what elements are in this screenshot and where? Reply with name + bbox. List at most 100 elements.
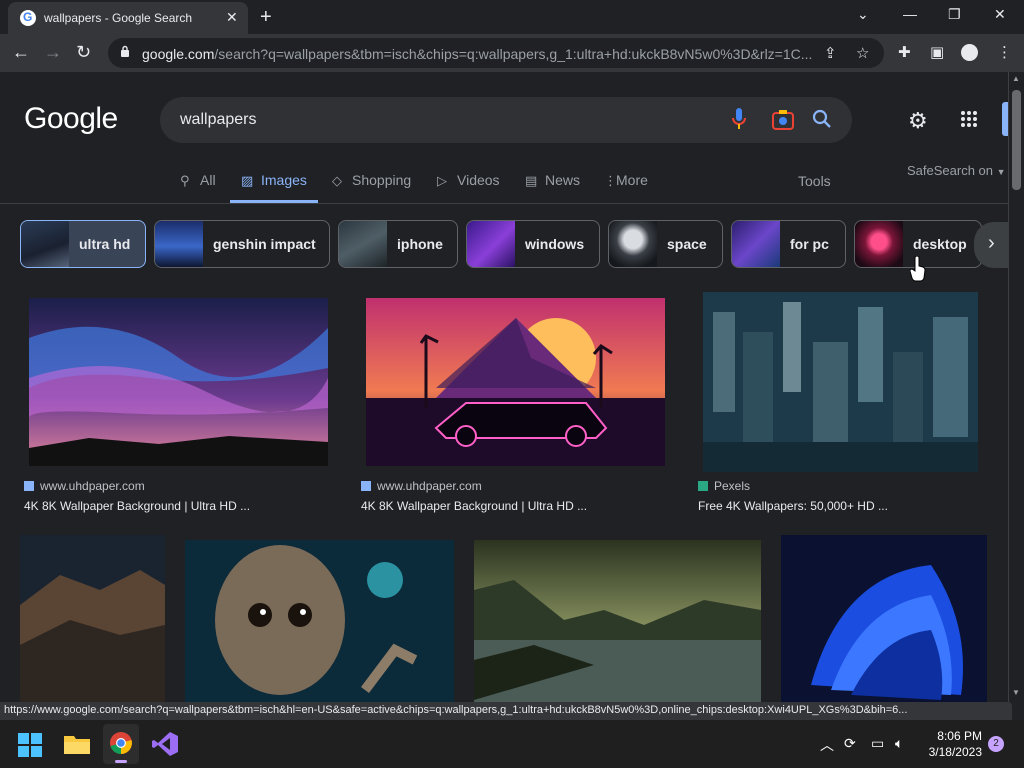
result-image[interactable] [781, 535, 987, 702]
result-image[interactable] [366, 298, 665, 466]
extensions-puzzle-icon[interactable]: ✚ [898, 43, 911, 61]
lock-icon[interactable] [120, 45, 130, 57]
tab-title: wallpapers - Google Search [44, 11, 193, 25]
search-box[interactable]: wallpapers [160, 97, 852, 143]
volume-icon[interactable]: 🔈︎ [895, 735, 903, 752]
news-icon: ▤ [525, 173, 538, 188]
profile-avatar-icon[interactable] [961, 44, 978, 61]
lake-landscape-image [474, 540, 761, 702]
result-source[interactable]: www.uhdpaper.com [24, 479, 145, 493]
tab-close-icon[interactable]: ✕ [226, 9, 238, 26]
share-icon[interactable]: ⇪ [824, 44, 837, 62]
result-title[interactable]: Free 4K Wallpapers: 50,000+ HD ... [698, 499, 888, 513]
search-icon: ⚲ [180, 173, 190, 188]
chip-thumbnail [855, 221, 903, 267]
browser-tab[interactable]: G wallpapers - Google Search ✕ [8, 2, 248, 34]
scroll-down-arrow-icon[interactable]: ▼ [1012, 688, 1020, 697]
tab-search-chevron-icon[interactable]: ⌄ [857, 6, 869, 23]
safesearch-dropdown[interactable]: SafeSearch on ▼ [907, 163, 1006, 178]
chips-next-button[interactable]: › [974, 222, 1008, 268]
chrome-icon [110, 732, 132, 754]
browser-titlebar: G wallpapers - Google Search ✕ + ⌄ — ❐ ✕ [0, 0, 1024, 34]
url-text[interactable]: google.com/search?q=wallpapers&tbm=isch&… [142, 46, 822, 62]
chip-label: space [667, 236, 707, 252]
forward-arrow-icon[interactable]: → [44, 42, 62, 63]
google-logo[interactable]: Google [24, 102, 118, 136]
google-lens-icon[interactable] [772, 110, 794, 130]
bookmark-star-icon[interactable]: ☆ [856, 44, 869, 62]
result-image[interactable] [29, 298, 328, 466]
clock-time: 8:06 PM [937, 729, 982, 743]
scroll-up-arrow-icon[interactable]: ▲ [1012, 74, 1020, 83]
tab-news[interactable]: ▤ News [525, 172, 580, 189]
groot-image [185, 540, 454, 702]
chip-ultra-hd[interactable]: ultra hd [20, 220, 146, 268]
result-title[interactable]: 4K 8K Wallpaper Background | Ultra HD ..… [361, 499, 587, 513]
result-source[interactable]: Pexels [698, 479, 750, 493]
chip-thumbnail [732, 221, 780, 267]
chip-windows[interactable]: windows [466, 220, 600, 268]
search-input[interactable]: wallpapers [180, 111, 256, 129]
browser-toolbar: ← → ↻ google.com/search?q=wallpapers&tbm… [0, 34, 1024, 72]
windows-start-icon[interactable] [18, 733, 42, 757]
chrome-taskbar-button[interactable] [103, 724, 139, 764]
chip-for-pc[interactable]: for pc [731, 220, 846, 268]
result-image[interactable] [703, 292, 978, 472]
result-image[interactable] [185, 540, 454, 702]
chip-thumbnail [467, 221, 515, 267]
chip-thumbnail [21, 221, 69, 267]
google-favicon-icon: G [20, 10, 36, 26]
system-clock[interactable]: 8:06 PM 3/18/2023 [922, 728, 982, 760]
result-title[interactable]: 4K 8K Wallpaper Background | Ultra HD ..… [24, 499, 250, 513]
tab-all[interactable]: ⚲ All [180, 172, 216, 189]
scrollbar-thumb[interactable] [1012, 90, 1021, 190]
menu-kebab-icon[interactable]: ⋮ [997, 43, 1012, 61]
network-icon[interactable]: ▭ [871, 735, 884, 752]
synthwave-car-image [366, 298, 665, 466]
result-source[interactable]: www.uhdpaper.com [361, 479, 482, 493]
new-tab-icon[interactable]: + [260, 6, 272, 29]
result-image[interactable] [20, 535, 165, 702]
status-url: https://www.google.com/search?q=wallpape… [4, 704, 908, 716]
search-icon[interactable] [812, 109, 832, 129]
chip-genshin-impact[interactable]: genshin impact [154, 220, 330, 268]
side-panel-icon[interactable]: ▣ [930, 43, 944, 61]
tab-shopping[interactable]: ◇ Shopping [332, 172, 411, 189]
reload-icon[interactable]: ↻ [76, 42, 91, 63]
notification-badge[interactable]: 2 [988, 736, 1004, 752]
tab-videos[interactable]: ▷ Videos [437, 172, 500, 189]
chip-thumbnail [339, 221, 387, 267]
tab-images[interactable]: ▨ Images [241, 172, 307, 189]
search-type-tabs: ⚲ All ▨ Images ◇ Shopping ▷ Videos ▤ News ⋮Mo… [0, 172, 1008, 204]
site-favicon-icon [24, 481, 34, 491]
minimize-icon[interactable]: — [903, 6, 917, 22]
more-icon: ⋮ [604, 173, 617, 188]
visual-studio-icon[interactable] [152, 732, 178, 756]
chevron-right-icon: › [988, 232, 995, 254]
site-favicon-icon [698, 481, 708, 491]
back-arrow-icon[interactable]: ← [12, 42, 30, 63]
window-close-icon[interactable]: ✕ [994, 6, 1006, 23]
microphone-icon[interactable] [732, 108, 746, 130]
city-aerial-image [703, 292, 978, 472]
restore-icon[interactable]: ❐ [948, 6, 961, 23]
result-image[interactable] [474, 540, 761, 702]
header-divider [0, 203, 1008, 204]
address-bar[interactable]: google.com/search?q=wallpapers&tbm=isch&… [108, 38, 884, 68]
chip-iphone[interactable]: iphone [338, 220, 458, 268]
settings-gear-icon[interactable]: ⚙ [908, 108, 928, 134]
active-app-indicator [115, 760, 127, 763]
sync-icon[interactable]: ⟳ [844, 735, 856, 752]
page-scrollbar[interactable]: ▲ ▼ [1008, 72, 1024, 702]
tools-button[interactable]: Tools [798, 173, 831, 189]
chip-space[interactable]: space [608, 220, 723, 268]
google-apps-grid-icon[interactable] [960, 110, 978, 128]
play-icon: ▷ [437, 173, 447, 188]
windows-taskbar: ︿ ⟳ ▭ 🔈︎ 8:06 PM 3/18/2023 2 [0, 720, 1024, 768]
caret-down-icon: ▼ [996, 167, 1006, 177]
show-hidden-icons-chevron-icon[interactable]: ︿ [820, 735, 834, 755]
file-explorer-icon[interactable] [64, 732, 90, 756]
tab-more[interactable]: ⋮More [604, 172, 648, 189]
clock-date: 3/18/2023 [928, 745, 982, 759]
aurora-image [29, 298, 328, 466]
